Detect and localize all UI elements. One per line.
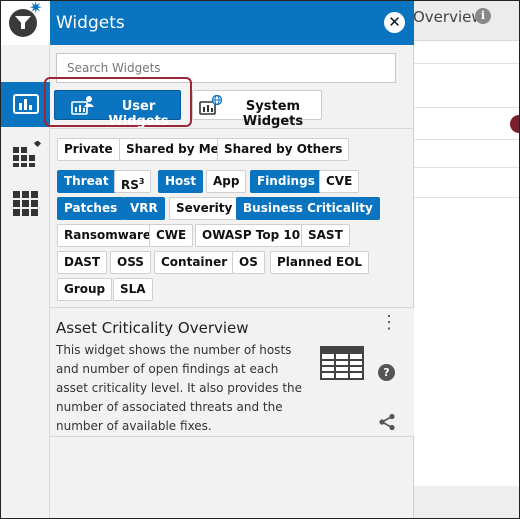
rail-item-widgets[interactable] xyxy=(1,82,50,127)
user-widgets-button[interactable]: User Widgets xyxy=(54,90,181,129)
filter-tag-container[interactable]: Container xyxy=(154,251,235,274)
user-chart-icon xyxy=(71,96,94,115)
tag-label: OWASP Top 10 xyxy=(202,228,301,242)
filter-tag-business-criticality[interactable]: Business Criticality xyxy=(236,197,380,220)
filter-tag-cve[interactable]: CVE xyxy=(319,170,360,193)
app-window: Overview i ✷ Widgets ✕ Search Widgets Us… xyxy=(0,0,520,519)
tag-label: RS xyxy=(121,178,139,192)
bar-chart-icon xyxy=(13,94,39,114)
widget-card-title: Asset Criticality Overview xyxy=(56,319,249,337)
widget-card-description: This widget shows the number of hosts an… xyxy=(56,343,303,433)
tag-label: Patches xyxy=(64,201,118,215)
left-rail: ✷ xyxy=(1,1,50,518)
tag-label: VRR xyxy=(130,201,158,215)
help-icon[interactable]: ? xyxy=(378,364,395,381)
sparkle-icon: ✷ xyxy=(29,0,43,17)
system-widgets-label: System Widgets xyxy=(242,99,304,129)
system-chart-icon xyxy=(199,95,223,115)
system-widgets-button[interactable]: System Widgets xyxy=(192,90,322,129)
tag-label: Ransomware xyxy=(64,228,152,242)
filter-tag-dast[interactable]: DAST xyxy=(57,251,108,274)
tag-label: Group xyxy=(64,282,106,296)
background-divider xyxy=(413,107,519,108)
background-page-title: Overview xyxy=(413,8,484,26)
info-icon[interactable]: i xyxy=(475,8,491,24)
filter-tag-threat[interactable]: Threat xyxy=(57,170,116,193)
tag-label: Threat xyxy=(64,174,109,188)
tag-label: SAST xyxy=(308,228,343,242)
filter-tag-severity[interactable]: Severity xyxy=(169,197,240,220)
filter-tag-group[interactable]: Group xyxy=(57,278,113,301)
tag-label: Planned EOL xyxy=(277,255,363,269)
background-footer xyxy=(413,486,519,518)
tag-label: Severity xyxy=(176,201,233,215)
panel-divider xyxy=(50,128,414,129)
widget-card[interactable]: Asset Criticality Overview This widget s… xyxy=(50,307,414,437)
tag-label: App xyxy=(213,174,240,188)
tag-label: Findings xyxy=(257,174,315,188)
table-icon xyxy=(320,346,364,380)
background-divider xyxy=(413,167,519,168)
tag-label: Business Criticality xyxy=(243,201,373,215)
filter-tag-host[interactable]: Host xyxy=(158,170,204,193)
panel-header: Widgets ✕ xyxy=(50,1,414,45)
filter-tag-cwe[interactable]: CWE xyxy=(149,224,194,247)
filter-tag-oss[interactable]: OSS xyxy=(110,251,151,274)
grid-add-icon xyxy=(13,141,42,167)
tag-label: OSS xyxy=(117,255,144,269)
tag-label: OS xyxy=(239,255,258,269)
tag-label: CVE xyxy=(326,174,353,188)
share-icon[interactable] xyxy=(378,413,396,431)
tag-label: Host xyxy=(165,174,197,188)
tag-label: DAST xyxy=(64,255,101,269)
tag-label: Container xyxy=(161,255,228,269)
tag-label: Shared by Others xyxy=(224,142,343,156)
widgets-panel: Widgets ✕ User Widgets System Widgets xyxy=(44,1,414,518)
panel-title: Widgets xyxy=(56,13,125,33)
rail-item-add-widget[interactable] xyxy=(1,129,50,174)
filter-tag-sast[interactable]: SAST xyxy=(301,224,350,247)
grid-icon xyxy=(13,191,38,216)
filter-tag-vrr[interactable]: VRR xyxy=(123,197,165,220)
background-divider xyxy=(413,197,519,198)
more-vertical-icon[interactable]: ⋮ xyxy=(380,313,398,331)
filter-tag-rs3[interactable]: RS3 xyxy=(114,170,152,193)
filter-tag-owasp-top-10[interactable]: OWASP Top 10 xyxy=(195,224,308,247)
background-divider xyxy=(413,139,519,140)
filter-tag-patches[interactable]: Patches xyxy=(57,197,125,220)
tag-label: SLA xyxy=(120,282,146,296)
filter-tag-sla[interactable]: SLA xyxy=(113,278,153,301)
tag-label: CWE xyxy=(156,228,187,242)
user-widgets-label: User Widgets xyxy=(108,99,169,129)
tag-superscript: 3 xyxy=(138,177,145,186)
background-divider xyxy=(413,63,519,64)
filter-tag-ransomware[interactable]: Ransomware xyxy=(57,224,159,247)
filter-tag-shared-by-others[interactable]: Shared by Others xyxy=(217,138,350,161)
app-logo[interactable]: ✷ xyxy=(1,1,50,45)
filter-tag-app[interactable]: App xyxy=(206,170,247,193)
background-status-dot xyxy=(510,115,519,133)
filter-tag-findings[interactable]: Findings xyxy=(250,170,322,193)
tag-label: Private xyxy=(64,142,113,156)
filter-tag-private[interactable]: Private xyxy=(57,138,120,161)
funnel-stem xyxy=(21,23,25,29)
filter-tag-shared-by-me[interactable]: Shared by Me xyxy=(119,138,226,161)
tag-label: Shared by Me xyxy=(126,142,219,156)
close-icon[interactable]: ✕ xyxy=(384,12,405,33)
filter-tag-os[interactable]: OS xyxy=(232,251,265,274)
filter-tag-planned-eol[interactable]: Planned EOL xyxy=(270,251,370,274)
rail-item-grid[interactable] xyxy=(1,179,50,224)
